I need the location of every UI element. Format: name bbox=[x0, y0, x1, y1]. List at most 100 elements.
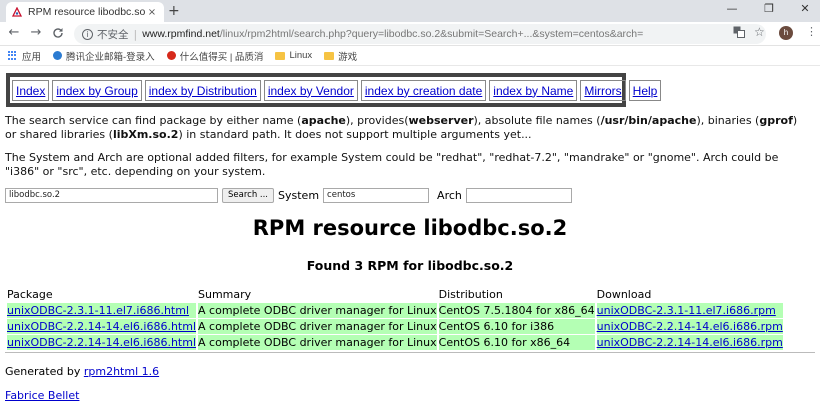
table-header-row: Package Summary Distribution Download bbox=[7, 287, 783, 302]
restore-icon[interactable]: ❐ bbox=[756, 2, 782, 15]
menu-link-index-by-name[interactable]: index by Name bbox=[489, 79, 578, 101]
download-link[interactable]: unixODBC-2.2.14-14.el6.i686.rpm bbox=[597, 336, 783, 349]
summary-cell: A complete ODBC driver manager for Linux bbox=[198, 319, 437, 334]
download-link[interactable]: unixODBC-2.3.1-11.el7.i686.rpm bbox=[597, 304, 776, 317]
bookmarks-bar: 应用 腾讯企业邮箱-登录入 什么值得买 | 品质消 Linux 游戏 bbox=[0, 46, 820, 66]
rpmfind-favicon bbox=[12, 7, 22, 17]
filter-description: The System and Arch are optional added f… bbox=[5, 151, 779, 178]
author: Fabrice Bellet bbox=[5, 389, 79, 402]
example-library: libXm.so.2 bbox=[112, 128, 179, 141]
smzdm-favicon bbox=[166, 51, 176, 60]
bookmark-label: 应用 bbox=[22, 51, 42, 63]
package-link[interactable]: unixODBC-2.2.14-14.el6.i686.html bbox=[7, 336, 196, 349]
separator: | bbox=[133, 27, 138, 41]
results-count: Found 3 RPM for libodbc.so.2 bbox=[306, 258, 514, 273]
table-row: unixODBC-2.2.14-14.el6.i686.html A compl… bbox=[7, 319, 783, 334]
distribution-cell: CentOS 6.10 for x86_64 bbox=[438, 335, 595, 350]
generated-by-text: Generated by bbox=[5, 365, 84, 378]
download-cell: unixODBC-2.2.14-14.el6.i686.rpm bbox=[596, 319, 783, 334]
download-cell: unixODBC-2.3.1-11.el7.i686.rpm bbox=[596, 303, 783, 318]
bookmark-tencent-mail[interactable]: 腾讯企业邮箱-登录入 bbox=[53, 49, 155, 63]
query-input[interactable] bbox=[5, 187, 218, 203]
site-nav-menu: Index index by Group index by Distributi… bbox=[6, 73, 662, 107]
menu-dots-icon[interactable]: ⋮ bbox=[806, 25, 817, 38]
column-header-download: Download bbox=[596, 288, 652, 301]
text: ), binaries ( bbox=[696, 114, 760, 127]
security-label[interactable]: 不安全 bbox=[97, 27, 129, 42]
apps-icon bbox=[8, 50, 18, 61]
close-tab-icon[interactable]: × bbox=[146, 7, 158, 18]
example-binary: gprof bbox=[759, 114, 793, 127]
url-text[interactable]: www.rpmfind.net/linux/rpm2html/search.ph… bbox=[142, 28, 643, 40]
browser-tab[interactable]: RPM resource libodbc.so.2 × bbox=[6, 2, 164, 22]
bookmark-folder-linux[interactable]: Linux bbox=[275, 50, 312, 61]
summary-cell: A complete ODBC driver manager for Linux bbox=[198, 335, 437, 350]
example-provides: webserver bbox=[408, 114, 474, 127]
tab-title: RPM resource libodbc.so.2 bbox=[28, 6, 146, 18]
address-bar[interactable]: i 不安全 | www.rpmfind.net/linux/rpm2html/s… bbox=[74, 24, 766, 44]
generated-by: Generated by rpm2html 1.6 bbox=[5, 365, 159, 378]
browser-toolbar: ← → i 不安全 | www.rpmfind.net/linux/rpm2ht… bbox=[0, 22, 820, 46]
search-button[interactable]: Search ... bbox=[222, 187, 275, 203]
menu-link-help[interactable]: Help bbox=[628, 79, 662, 101]
url-path: /linux/rpm2html/search.php?query=libodbc… bbox=[219, 28, 644, 40]
translate-icon[interactable] bbox=[733, 26, 745, 41]
folder-icon bbox=[324, 51, 335, 60]
download-link[interactable]: unixODBC-2.2.14-14.el6.i686.rpm bbox=[597, 320, 783, 333]
summary-cell: A complete ODBC driver manager for Linux bbox=[198, 303, 437, 318]
info-icon[interactable]: i bbox=[82, 28, 93, 40]
menu-link-mirrors[interactable]: Mirrors bbox=[580, 79, 626, 101]
bookmark-label: 游戏 bbox=[338, 51, 358, 63]
results-table: Package Summary Distribution Download un… bbox=[5, 286, 785, 351]
mail-favicon bbox=[53, 51, 63, 60]
package-link[interactable]: unixODBC-2.2.14-14.el6.i686.html bbox=[7, 320, 196, 333]
close-window-icon[interactable]: ✕ bbox=[792, 2, 818, 15]
text: ), provides( bbox=[345, 114, 409, 127]
bookmark-folder-games[interactable]: 游戏 bbox=[324, 49, 357, 63]
table-row: unixODBC-2.3.1-11.el7.i686.html A comple… bbox=[7, 303, 783, 318]
minimize-icon[interactable]: — bbox=[719, 2, 745, 15]
text: The search service can find package by e… bbox=[5, 114, 302, 127]
package-cell: unixODBC-2.2.14-14.el6.i686.html bbox=[7, 335, 197, 350]
url-host: www.rpmfind.net bbox=[142, 28, 220, 40]
menu-link-index-by-distribution[interactable]: index by Distribution bbox=[144, 79, 261, 101]
menu-link-index[interactable]: Index bbox=[12, 79, 50, 101]
example-name: apache bbox=[301, 114, 346, 127]
page-title: RPM resource libodbc.so.2 bbox=[252, 216, 568, 240]
arch-label: Arch bbox=[437, 188, 462, 202]
arch-input[interactable] bbox=[465, 187, 572, 203]
package-cell: unixODBC-2.2.14-14.el6.i686.html bbox=[7, 319, 197, 334]
reload-icon[interactable] bbox=[50, 25, 66, 43]
table-row: unixODBC-2.2.14-14.el6.i686.html A compl… bbox=[7, 335, 783, 350]
author-link[interactable]: Fabrice Bellet bbox=[5, 389, 79, 402]
bookmark-label: 什么值得买 | 品质消 bbox=[179, 51, 264, 63]
text: ) in standard path. It does not support … bbox=[178, 128, 532, 141]
column-header-distribution: Distribution bbox=[438, 288, 503, 301]
avatar[interactable]: h bbox=[779, 26, 793, 40]
system-input[interactable] bbox=[323, 187, 430, 203]
distribution-cell: CentOS 7.5.1804 for x86_64 bbox=[438, 303, 595, 318]
page-content: Index index by Group index by Distributi… bbox=[0, 66, 820, 407]
forward-icon[interactable]: → bbox=[28, 25, 44, 40]
back-icon[interactable]: ← bbox=[6, 25, 22, 40]
package-link[interactable]: unixODBC-2.3.1-11.el7.i686.html bbox=[7, 304, 189, 317]
bookmark-apps[interactable]: 应用 bbox=[8, 49, 41, 63]
new-tab-icon[interactable]: + bbox=[168, 3, 180, 19]
divider bbox=[5, 352, 815, 353]
text: ), absolute file names ( bbox=[473, 114, 601, 127]
system-label: System bbox=[278, 188, 320, 202]
bookmark-label: 腾讯企业邮箱-登录入 bbox=[66, 51, 155, 63]
distribution-cell: CentOS 6.10 for i386 bbox=[438, 319, 595, 334]
folder-icon bbox=[275, 51, 286, 60]
bookmark-smzdm[interactable]: 什么值得买 | 品质消 bbox=[166, 49, 264, 63]
example-file: /usr/bin/apache bbox=[600, 114, 697, 127]
bookmark-star-icon[interactable]: ☆ bbox=[754, 25, 765, 39]
download-cell: unixODBC-2.2.14-14.el6.i686.rpm bbox=[596, 335, 783, 350]
search-description: The search service can find package by e… bbox=[5, 114, 805, 142]
generator-link[interactable]: rpm2html 1.6 bbox=[84, 365, 159, 378]
column-header-package: Package bbox=[7, 288, 53, 301]
menu-link-index-by-group[interactable]: index by Group bbox=[52, 79, 142, 101]
menu-link-index-by-vendor[interactable]: index by Vendor bbox=[263, 79, 358, 101]
search-form: Search ... System Arch bbox=[5, 186, 572, 204]
menu-link-index-by-creation-date[interactable]: index by creation date bbox=[360, 79, 487, 101]
